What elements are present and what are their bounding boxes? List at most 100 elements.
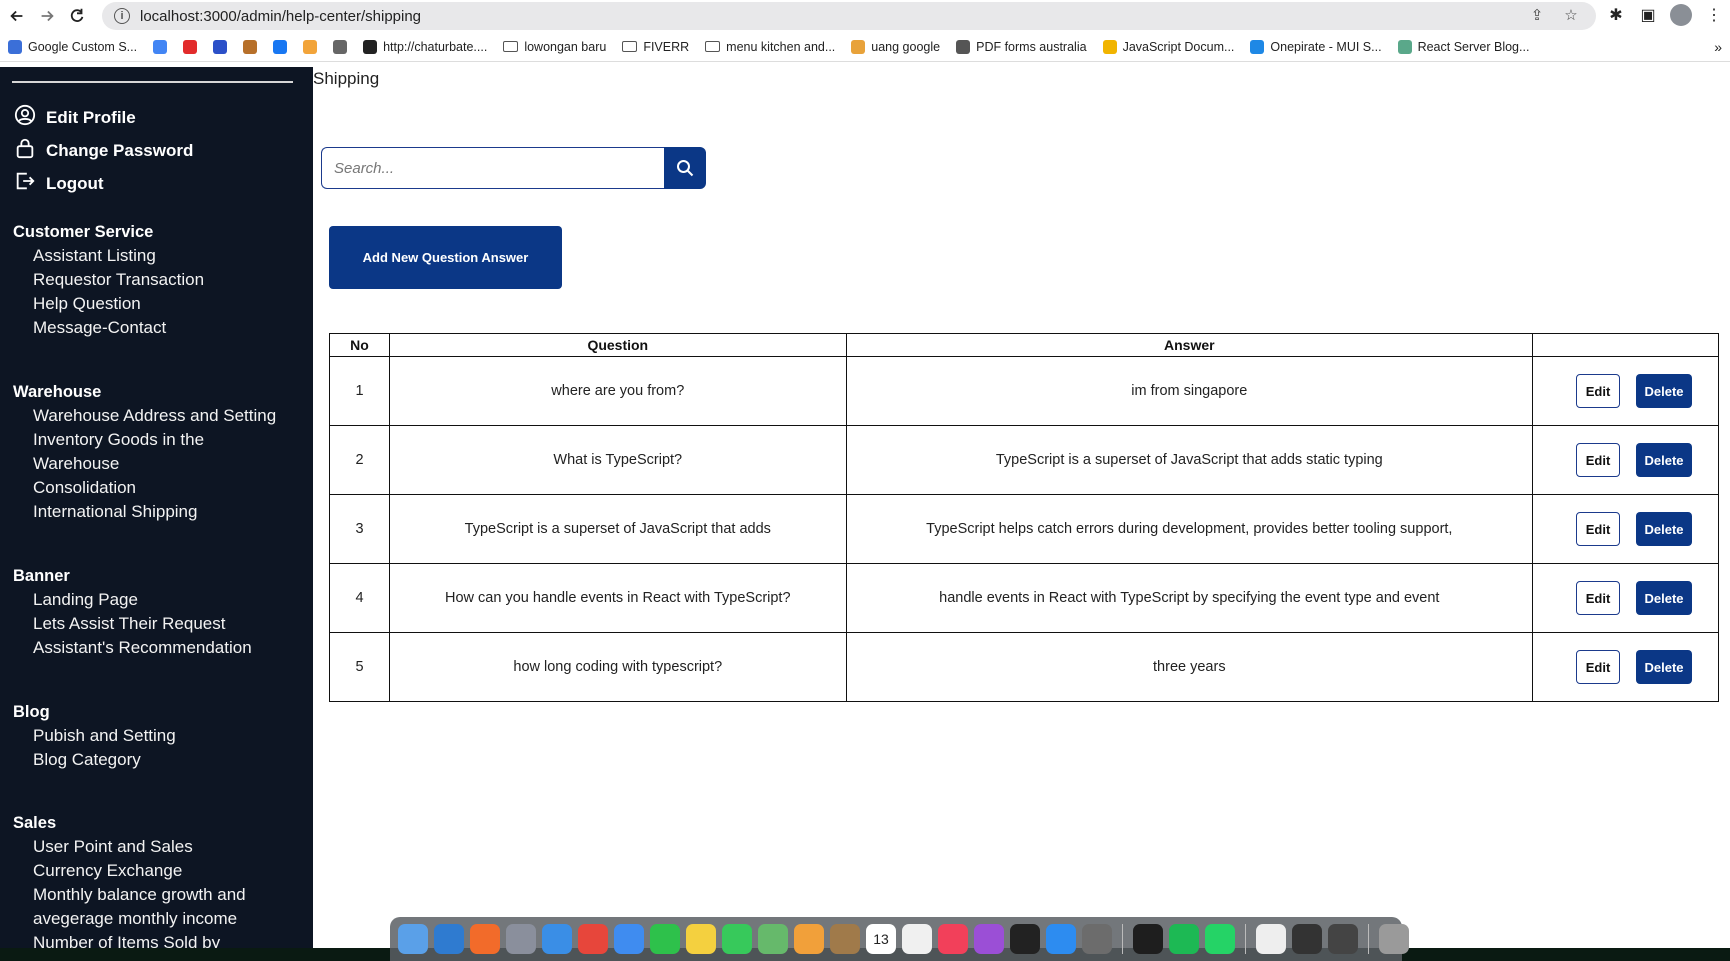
- bookmark-item[interactable]: PDF forms australia: [956, 39, 1087, 54]
- bookmark-item[interactable]: [183, 39, 198, 54]
- bookmark-item[interactable]: Onepirate - MUI S...: [1250, 39, 1382, 54]
- sidebar-account-item[interactable]: Logout: [14, 170, 104, 197]
- sidebar-item[interactable]: Pubish and Setting: [33, 726, 176, 746]
- sidebar-item[interactable]: International Shipping: [33, 502, 197, 522]
- bookmark-item[interactable]: FIVERR: [622, 40, 689, 54]
- search-input[interactable]: [321, 147, 664, 189]
- dock-app-window-2-icon[interactable]: [1328, 924, 1358, 954]
- sidebar-item[interactable]: Warehouse: [33, 454, 119, 474]
- header-no: No: [329, 333, 390, 357]
- edit-button[interactable]: Edit: [1576, 581, 1620, 615]
- sidebar-item[interactable]: Warehouse Address and Setting: [33, 406, 276, 426]
- bookmark-item[interactable]: [303, 39, 318, 54]
- edit-button[interactable]: Edit: [1576, 650, 1620, 684]
- share-icon[interactable]: ⇪: [1528, 6, 1546, 24]
- site-info-icon[interactable]: i: [114, 8, 130, 24]
- sidebar-item[interactable]: Blog Category: [33, 750, 141, 770]
- sidebar-item[interactable]: Message-Contact: [33, 318, 166, 338]
- bookmark-item[interactable]: uang google: [851, 39, 940, 54]
- main-content: Shipping Add New Question Answer No Ques…: [313, 67, 1730, 948]
- bookmark-item[interactable]: [273, 39, 288, 54]
- bookmark-item[interactable]: Google Custom S...: [8, 39, 137, 54]
- bookmarks-overflow-icon[interactable]: »: [1714, 39, 1722, 55]
- delete-button[interactable]: Delete: [1636, 512, 1692, 546]
- bookmark-item[interactable]: [153, 39, 168, 54]
- dock-app-tv-icon[interactable]: [1010, 924, 1040, 954]
- back-icon[interactable]: [4, 3, 30, 29]
- bookmark-favicon-icon: [273, 39, 288, 54]
- dock-app-contacts-icon[interactable]: [830, 924, 860, 954]
- star-icon[interactable]: ☆: [1562, 6, 1580, 24]
- delete-button[interactable]: Delete: [1636, 443, 1692, 477]
- address-bar[interactable]: i localhost:3000/admin/help-center/shipp…: [102, 2, 1596, 30]
- edit-button[interactable]: Edit: [1576, 443, 1620, 477]
- dock-app-system-settings-icon[interactable]: [1082, 924, 1112, 954]
- sidebar-item[interactable]: Assistant Listing: [33, 246, 156, 266]
- sidebar-account-item[interactable]: Change Password: [14, 137, 193, 164]
- dock-app-trash-icon[interactable]: [1379, 924, 1409, 954]
- bookmark-item[interactable]: http://chaturbate....: [363, 39, 487, 54]
- sidebar-item[interactable]: Lets Assist Their Request: [33, 614, 225, 634]
- edit-button[interactable]: Edit: [1576, 374, 1620, 408]
- delete-button[interactable]: Delete: [1636, 650, 1692, 684]
- table-row: 5 how long coding with typescript? three y…: [329, 632, 1719, 702]
- dock-app-podcasts-icon[interactable]: [974, 924, 1004, 954]
- sidebar-item[interactable]: User Point and Sales: [33, 837, 193, 857]
- delete-button[interactable]: Delete: [1636, 581, 1692, 615]
- sidebar-item[interactable]: Requestor Transaction: [33, 270, 204, 290]
- dock-app-safari-icon[interactable]: [542, 924, 572, 954]
- dock-app-whatsapp-icon[interactable]: [1205, 924, 1235, 954]
- dock-app-app-store-icon[interactable]: [1046, 924, 1076, 954]
- dock-app-finder-icon[interactable]: [398, 924, 428, 954]
- dock-app-calendar-icon[interactable]: 13: [866, 924, 896, 954]
- row-question: TypeScript is a superset of JavaScript t…: [388, 494, 847, 564]
- dock-app-notes-icon[interactable]: [686, 924, 716, 954]
- dock-app-launchpad-icon[interactable]: [506, 924, 536, 954]
- bookmark-item[interactable]: menu kitchen and...: [705, 40, 835, 54]
- dock-app-reminders-icon[interactable]: [902, 924, 932, 954]
- bookmark-favicon-icon: [851, 39, 866, 54]
- dock-app-figma-icon[interactable]: [1133, 924, 1163, 954]
- sidebar-item[interactable]: Number of Items Sold by: [33, 933, 220, 948]
- sidebar-item[interactable]: Currency Exchange: [33, 861, 182, 881]
- profile-avatar[interactable]: [1670, 4, 1692, 26]
- add-question-answer-button[interactable]: Add New Question Answer: [329, 226, 562, 289]
- sidebar-item[interactable]: Inventory Goods in the: [33, 430, 204, 450]
- dock-app-maps-icon[interactable]: [758, 924, 788, 954]
- forward-icon[interactable]: [34, 3, 60, 29]
- dock-app-pencil-icon[interactable]: [470, 924, 500, 954]
- dock-app-facetime-icon[interactable]: [650, 924, 680, 954]
- dock-app-music-icon[interactable]: [938, 924, 968, 954]
- edit-button[interactable]: Edit: [1576, 512, 1620, 546]
- sidebar-item[interactable]: Help Question: [33, 294, 141, 314]
- dock-app-messages-icon[interactable]: [722, 924, 752, 954]
- sidebar-item[interactable]: Monthly balance growth and: [33, 885, 246, 905]
- dock-app-photos-icon[interactable]: [794, 924, 824, 954]
- dock-app-mail-icon[interactable]: [614, 924, 644, 954]
- sidebar-item[interactable]: Landing Page: [33, 590, 138, 610]
- dock-app-spotify-icon[interactable]: [1169, 924, 1199, 954]
- delete-button[interactable]: Delete: [1636, 374, 1692, 408]
- menu-icon[interactable]: ⋮: [1704, 4, 1724, 26]
- reload-icon[interactable]: [64, 3, 90, 29]
- bookmark-item[interactable]: React Server Blog...: [1397, 39, 1529, 54]
- bookmark-item[interactable]: [333, 39, 348, 54]
- extensions-icon[interactable]: ✱: [1606, 4, 1626, 26]
- sidebar-item[interactable]: Consolidation: [33, 478, 136, 498]
- side-panel-icon[interactable]: ▣: [1638, 4, 1658, 26]
- dock-app-vscode-icon[interactable]: [434, 924, 464, 954]
- bookmark-item[interactable]: [213, 39, 228, 54]
- bookmark-item[interactable]: JavaScript Docum...: [1102, 39, 1234, 54]
- bookmark-item[interactable]: lowongan baru: [503, 40, 606, 54]
- search-button[interactable]: [664, 147, 706, 189]
- row-number: 4: [329, 563, 390, 633]
- bookmark-item[interactable]: [243, 39, 258, 54]
- sidebar-account-label: Change Password: [46, 140, 194, 160]
- dock-app-file-icon[interactable]: [1256, 924, 1286, 954]
- folder-icon: [503, 41, 519, 52]
- sidebar-item[interactable]: Assistant's Recommendation: [33, 638, 252, 658]
- dock-app-window-1-icon[interactable]: [1292, 924, 1322, 954]
- sidebar-account-item[interactable]: Edit Profile: [14, 104, 136, 131]
- sidebar-item[interactable]: avegerage monthly income: [33, 909, 237, 929]
- dock-app-chrome-icon[interactable]: [578, 924, 608, 954]
